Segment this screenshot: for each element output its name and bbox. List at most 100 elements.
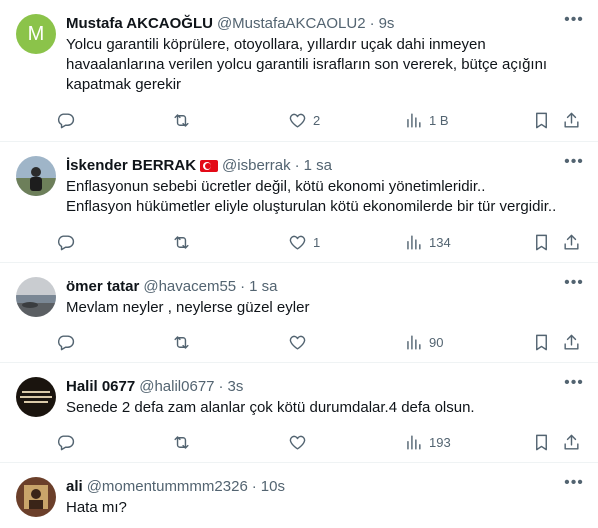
separator-dot: · xyxy=(240,278,246,295)
more-dots-icon[interactable]: ••• xyxy=(564,275,584,297)
bookmark-button[interactable] xyxy=(526,111,556,130)
tweet-actions: 90 xyxy=(56,326,586,358)
avatar[interactable]: M xyxy=(16,14,56,54)
retweet-icon xyxy=(174,113,189,127)
avatar[interactable] xyxy=(16,277,56,317)
tweet-body: Mustafa AKCAOĞLU @MustafaAKCAOLU2 · 9s Y… xyxy=(57,14,586,141)
author-handle[interactable]: @momentummmm2326 xyxy=(87,477,248,497)
bookmark-button[interactable] xyxy=(526,333,556,352)
tweet-actions: 2 1 B xyxy=(56,104,586,136)
separator-dot: · xyxy=(369,15,375,32)
author-handle[interactable]: @MustafaAKCAOLU2 xyxy=(217,14,366,34)
avatar-photo xyxy=(16,377,56,417)
retweet-icon xyxy=(174,435,189,449)
tweet-feed: M Mustafa AKCAOĞLU @MustafaAKCAOLU2 · 9s… xyxy=(0,0,598,528)
bookmark-button[interactable] xyxy=(526,233,556,252)
heart-icon xyxy=(289,235,306,250)
tweet-header: Halil 0677 @halil0677 · 3s xyxy=(66,377,586,397)
reply-icon xyxy=(57,112,75,128)
tweet[interactable]: M Mustafa AKCAOĞLU @MustafaAKCAOLU2 · 9s… xyxy=(0,0,598,142)
tweet[interactable]: İskender BERRAK @isberrak · 1 sa Enflasy… xyxy=(0,142,598,263)
views-button[interactable]: 193 xyxy=(404,433,520,452)
tweet-right-actions xyxy=(526,433,586,452)
like-button[interactable] xyxy=(288,433,404,452)
views-bar-icon xyxy=(407,334,421,350)
tweet-right-actions xyxy=(526,233,586,252)
more-dots-icon[interactable]: ••• xyxy=(564,375,584,397)
bookmark-icon xyxy=(535,334,547,350)
tweet-body: ali @momentummmm2326 · 10s Hata mı? xyxy=(66,477,586,528)
share-icon xyxy=(563,112,579,128)
separator-dot: · xyxy=(218,378,224,395)
heart-icon xyxy=(289,113,306,128)
views-button[interactable]: 1 B xyxy=(404,111,520,130)
author-name[interactable]: ömer tatar xyxy=(66,277,139,297)
tweet-text: Mevlam neyler , neylerse güzel eyler xyxy=(66,299,310,316)
tweet-actions: 193 xyxy=(56,426,586,458)
more-dots-icon[interactable]: ••• xyxy=(564,154,584,176)
share-button[interactable] xyxy=(556,433,586,452)
tweet[interactable]: Halil 0677 @halil0677 · 3s Senede 2 defa… xyxy=(0,363,598,463)
bookmark-button[interactable] xyxy=(526,433,556,452)
views-bar-icon xyxy=(407,434,421,450)
retweet-button[interactable] xyxy=(172,233,288,252)
tweet-text: Hata mı? xyxy=(66,499,127,516)
like-button[interactable] xyxy=(288,333,404,352)
share-button[interactable] xyxy=(556,333,586,352)
retweet-icon xyxy=(174,235,189,249)
author-name[interactable]: Halil 0677 xyxy=(66,377,135,397)
view-count: 193 xyxy=(429,434,451,450)
view-count: 134 xyxy=(429,234,451,250)
reply-button[interactable] xyxy=(56,433,172,452)
tweet-body: İskender BERRAK @isberrak · 1 sa Enflasy… xyxy=(57,156,586,262)
like-button[interactable]: 1 xyxy=(288,233,404,252)
bookmark-icon xyxy=(535,434,547,450)
retweet-icon xyxy=(174,335,189,349)
avatar[interactable] xyxy=(16,377,56,417)
author-name[interactable]: ali xyxy=(66,477,83,497)
reply-button[interactable] xyxy=(56,111,172,130)
like-button[interactable]: 2 xyxy=(288,111,404,130)
more-dots-icon[interactable]: ••• xyxy=(564,475,584,497)
tweet-time[interactable]: 9s xyxy=(379,14,395,34)
more-dots-icon[interactable]: ••• xyxy=(564,12,584,34)
avatar-photo xyxy=(16,477,56,517)
tweet[interactable]: ömer tatar @havacem55 · 1 sa Mevlam neyl… xyxy=(0,263,598,363)
retweet-button[interactable] xyxy=(172,111,288,130)
tweet-time[interactable]: 1 sa xyxy=(304,156,332,176)
tweet-actions: 1 134 xyxy=(56,226,586,258)
tweet[interactable]: ali @momentummmm2326 · 10s Hata mı? ••• xyxy=(0,463,598,528)
avatar[interactable] xyxy=(16,156,56,196)
author-name[interactable]: Mustafa AKCAOĞLU xyxy=(66,14,213,34)
views-bar-icon xyxy=(407,112,421,128)
tweet-text: Senede 2 defa zam alanlar çok kötü durum… xyxy=(66,399,475,416)
tweet-right-actions xyxy=(526,333,586,352)
retweet-button[interactable] xyxy=(172,433,288,452)
share-button[interactable] xyxy=(556,111,586,130)
turkey-flag-icon xyxy=(200,160,219,172)
reply-button[interactable] xyxy=(56,233,172,252)
retweet-button[interactable] xyxy=(172,333,288,352)
share-icon xyxy=(563,334,579,350)
tweet-header: ali @momentummmm2326 · 10s xyxy=(66,477,586,497)
tweet-time[interactable]: 1 sa xyxy=(249,277,277,297)
reply-icon xyxy=(57,434,75,450)
bookmark-icon xyxy=(535,234,547,250)
avatar-photo xyxy=(16,277,56,317)
avatar[interactable] xyxy=(16,477,56,517)
tweet-right-actions xyxy=(526,111,586,130)
share-button[interactable] xyxy=(556,233,586,252)
tweet-time[interactable]: 3s xyxy=(228,377,244,397)
tweet-body: Halil 0677 @halil0677 · 3s Senede 2 defa… xyxy=(57,377,586,462)
author-handle[interactable]: @havacem55 xyxy=(143,277,236,297)
views-button[interactable]: 90 xyxy=(404,333,520,352)
author-handle[interactable]: @halil0677 xyxy=(139,377,214,397)
views-bar-icon xyxy=(407,234,421,250)
views-button[interactable]: 134 xyxy=(404,233,520,252)
bookmark-icon xyxy=(535,112,547,128)
author-name[interactable]: İskender BERRAK xyxy=(66,156,196,176)
author-handle[interactable]: @isberrak xyxy=(222,156,291,176)
tweet-time[interactable]: 10s xyxy=(261,477,285,497)
tweet-text: Yolcu garantili köprülere, otoyollara, y… xyxy=(66,36,552,93)
reply-button[interactable] xyxy=(56,333,172,352)
